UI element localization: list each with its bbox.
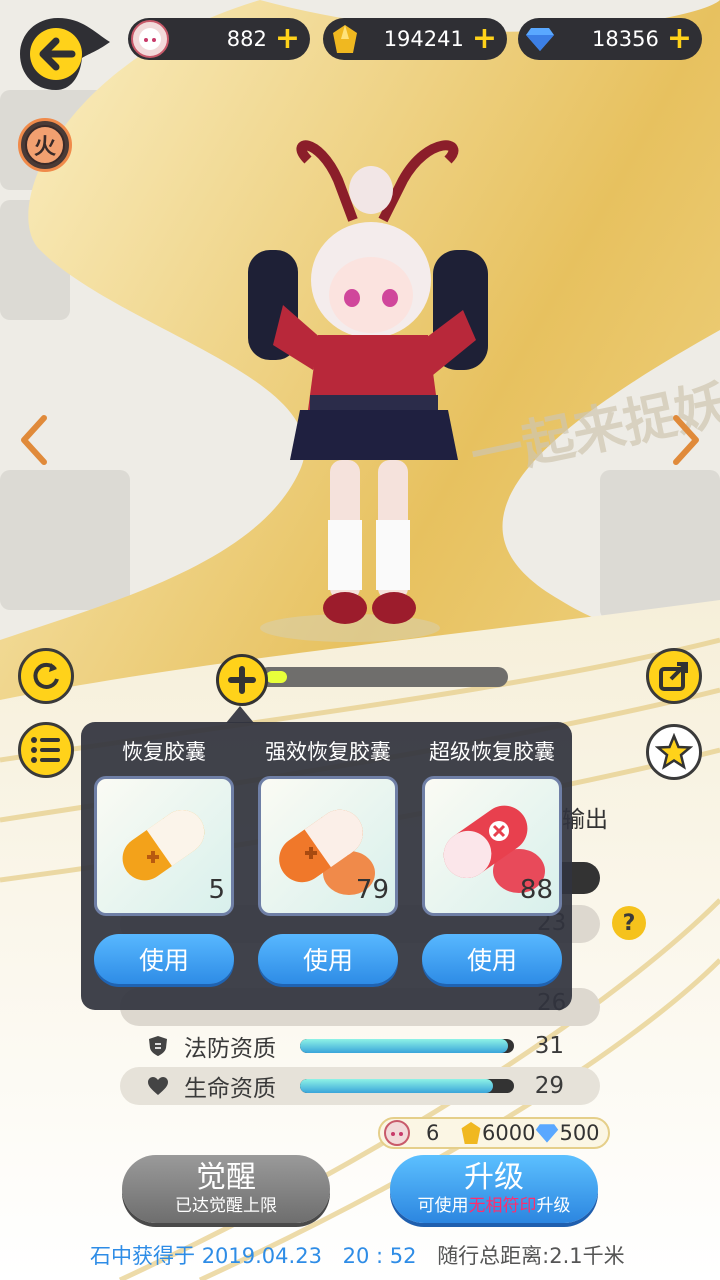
token-counter: 882 +: [128, 18, 310, 60]
diamond-counter: 18356 +: [518, 18, 702, 60]
cost-diamonds: 500: [559, 1121, 600, 1145]
upgrade-button[interactable]: 升级 可使用无相符印升级: [390, 1155, 598, 1223]
exp-bar-fill: [266, 671, 288, 683]
element-fire-badge[interactable]: 火: [18, 118, 72, 172]
shield-icon: [149, 1036, 167, 1056]
plus-icon: [228, 666, 256, 694]
use-capsule-button[interactable]: 使用: [422, 934, 562, 984]
capsule-count: 88: [519, 875, 553, 905]
capsule-card[interactable]: 79: [258, 776, 398, 916]
capsule-card[interactable]: 88: [422, 776, 562, 916]
awaken-button[interactable]: 觉醒 已达觉醒上限: [122, 1155, 330, 1223]
capsule-name: 恢复胶囊: [122, 740, 206, 764]
upgrade-title: 升级: [464, 1160, 524, 1195]
distance-label: 随行总距离:: [437, 1244, 550, 1268]
acquisition-info: 石中获得于 2019.04.23 20 : 52 随行总距离:2.1千米: [90, 1240, 625, 1270]
stat-row-health: 生命资质 29: [120, 1067, 600, 1105]
list-icon: [31, 737, 60, 763]
capsule-name: 超级恢复胶囊: [429, 740, 555, 764]
avatar-token-icon: [384, 1120, 410, 1146]
use-capsule-button[interactable]: 使用: [94, 934, 234, 984]
star-icon: [655, 733, 693, 770]
cost-tokens: 6: [426, 1121, 440, 1145]
stat-label: 法防资质: [184, 1036, 276, 1062]
upgrade-sub-prefix: 可使用: [417, 1196, 469, 1216]
capsule-name: 强效恢复胶囊: [265, 740, 391, 764]
avatar-token-icon: [131, 20, 169, 58]
capsule-count: 5: [208, 875, 225, 905]
crystal-count: 194241: [383, 27, 464, 51]
heart-icon: [148, 1077, 168, 1095]
acquired-date: 2019.04.23: [201, 1244, 322, 1268]
prev-monster-arrow-icon[interactable]: [14, 410, 54, 470]
back-button[interactable]: [16, 12, 112, 96]
acquired-time: 20 : 52: [342, 1244, 417, 1268]
capsule-count: 79: [355, 875, 389, 905]
share-button[interactable]: [646, 648, 702, 704]
crystal-counter: 194241 +: [323, 18, 507, 60]
capsule-card[interactable]: 5: [94, 776, 234, 916]
distance-value: 2.1千米: [549, 1244, 625, 1268]
stat-value: 31: [534, 1033, 564, 1059]
cost-crystals: 6000: [482, 1121, 536, 1145]
stat-bar-fill: [300, 1039, 508, 1053]
refresh-icon: [33, 662, 59, 689]
monster-character: [248, 140, 488, 624]
stat-bar-fill: [300, 1079, 493, 1093]
awaken-title: 觉醒: [196, 1160, 256, 1195]
stat-bar: [300, 1039, 514, 1053]
use-capsule-button[interactable]: 使用: [258, 934, 398, 984]
popup-pointer: [226, 706, 254, 723]
add-tokens-button[interactable]: +: [275, 24, 300, 54]
add-diamonds-button[interactable]: +: [667, 24, 692, 54]
stat-label: 生命资质: [184, 1076, 276, 1102]
add-exp-button[interactable]: [216, 654, 268, 706]
upgrade-cost-bar: 6 6000 500: [378, 1117, 610, 1149]
upgrade-sub-highlight: 无相符印: [468, 1196, 537, 1216]
awaken-subtitle: 已达觉醒上限: [175, 1196, 277, 1216]
favorite-button[interactable]: [646, 724, 702, 780]
token-count: 882: [226, 27, 267, 51]
refresh-button[interactable]: [18, 648, 74, 704]
fire-element-icon: 火: [25, 125, 65, 165]
menu-list-button[interactable]: [18, 722, 74, 778]
share-icon: [659, 662, 688, 691]
gold-crystal-icon: [461, 1122, 481, 1144]
diamond-count: 18356: [592, 27, 659, 51]
upgrade-subtitle: 可使用无相符印升级: [418, 1195, 571, 1217]
diamond-icon: [521, 20, 559, 58]
back-arrow-icon: [20, 18, 110, 90]
gold-crystal-icon: [326, 20, 364, 58]
upgrade-sub-suffix: 升级: [536, 1196, 571, 1216]
next-monster-arrow-icon[interactable]: [666, 410, 706, 470]
diamond-icon: [536, 1124, 559, 1143]
stat-value: 29: [534, 1073, 564, 1099]
recovery-capsule-popup: 恢复胶囊 5 使用 强效恢复胶囊 79 使用 超级恢复胶囊 88 使用: [81, 722, 572, 1010]
stat-bar: [300, 1079, 514, 1093]
help-button[interactable]: ?: [612, 906, 646, 940]
origin-label: 石中获得于: [90, 1244, 195, 1268]
exp-bar-track: [258, 667, 508, 687]
stat-row-magic-defense: 法防资质 31: [120, 1027, 600, 1065]
add-crystals-button[interactable]: +: [472, 24, 497, 54]
